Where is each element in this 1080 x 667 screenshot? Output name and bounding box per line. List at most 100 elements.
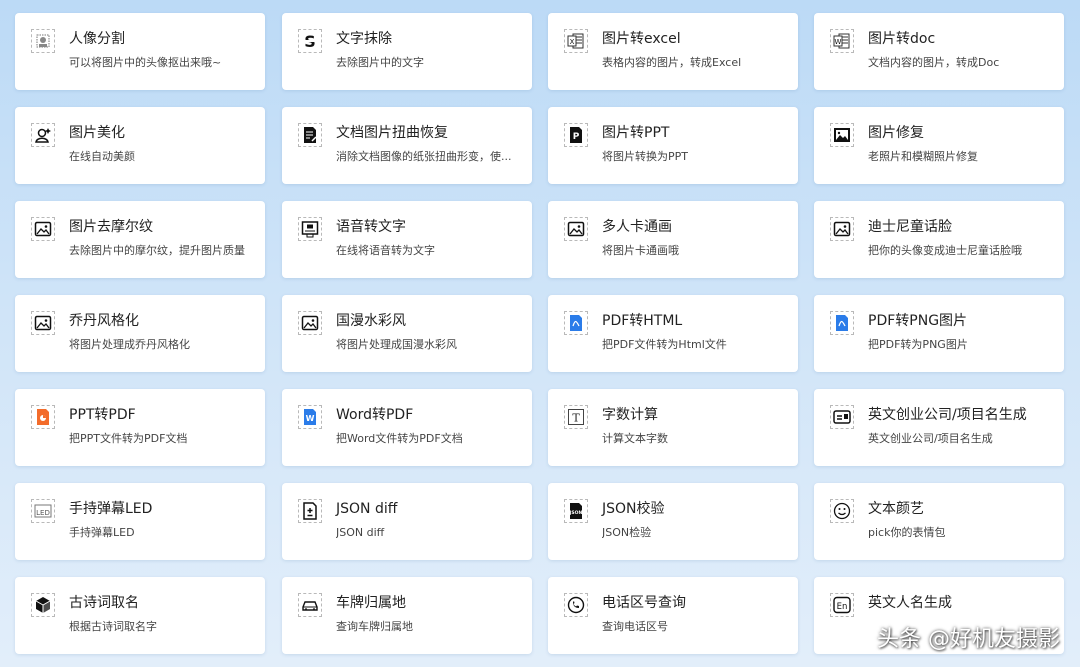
- tool-card[interactable]: W 图片转doc 文档内容的图片，转成Doc: [814, 13, 1064, 90]
- image-icon: [830, 217, 854, 241]
- image-icon: [564, 217, 588, 241]
- tool-title: 迪士尼童话脸: [868, 219, 952, 235]
- tool-description: 英文创业公司/项目名生成: [868, 432, 993, 445]
- tool-card[interactable]: 多人卡通画 将图片卡通画哦: [548, 201, 798, 278]
- tool-description: 根据古诗词取名字: [69, 620, 157, 633]
- tool-card[interactable]: 国漫水彩风 将图片处理成国漫水彩风: [282, 295, 532, 372]
- tool-description: 可以将图片中的头像抠出来哦~: [69, 56, 222, 69]
- tool-card[interactable]: PDF转PNG图片 把PDF转为PNG图片: [814, 295, 1064, 372]
- tool-description: 把你的头像变成迪士尼童话脸哦: [868, 244, 1022, 257]
- tool-description: 将图片转换为PPT: [602, 150, 688, 163]
- tool-card[interactable]: T 字数计算计算文本字数: [548, 389, 798, 466]
- tool-card[interactable]: 文档图片扭曲恢复消除文档图像的纸张扭曲形变，使...: [282, 107, 532, 184]
- tool-card[interactable]: W Word转PDF 把Word文件转为PDF文档: [282, 389, 532, 466]
- ppt-file-icon: [31, 405, 55, 429]
- pdf-file-icon: [564, 311, 588, 335]
- smiley-icon: [830, 499, 854, 523]
- tool-card[interactable]: 英文创业公司/项目名生成 英文创业公司/项目名生成: [814, 389, 1064, 466]
- tool-card[interactable]: 图片去摩尔纹 去除图片中的摩尔纹，提升图片质量: [15, 201, 265, 278]
- tool-description: 查询车牌归属地: [336, 620, 413, 633]
- tool-card[interactable]: JSON JSON校验 JSON检验: [548, 483, 798, 560]
- tool-description: 表格内容的图片，转成Excel: [602, 56, 742, 69]
- car-icon: [298, 593, 322, 617]
- tool-card[interactable]: 古诗词取名根据古诗词取名字: [15, 577, 265, 654]
- tool-description: 将图片卡通画哦: [602, 244, 679, 257]
- tool-title: 图片转PPT: [602, 125, 670, 141]
- word-file-icon: W: [298, 405, 322, 429]
- tool-description: 把PDF转为PNG图片: [868, 338, 968, 351]
- svg-text:JSON: JSON: [569, 510, 583, 516]
- svg-text:P: P: [573, 132, 580, 142]
- tool-title: JSON校验: [602, 501, 665, 517]
- json-diff-icon: [298, 499, 322, 523]
- tool-description: 将图片处理成乔丹风格化: [69, 338, 190, 351]
- tool-title: PDF转HTML: [602, 313, 683, 329]
- pdf-file-icon: [830, 311, 854, 335]
- tool-title: 文字抹除: [336, 31, 392, 47]
- speech-to-text-icon: [298, 217, 322, 241]
- tool-card[interactable]: LED 手持弹幕LED 手持弹幕LED: [15, 483, 265, 560]
- tool-title: 国漫水彩风: [336, 313, 406, 329]
- tool-title: 字数计算: [602, 407, 658, 423]
- tool-description: 计算文本字数: [602, 432, 668, 445]
- svg-text:X: X: [570, 38, 575, 46]
- tool-description: 去除图片中的文字: [336, 56, 424, 69]
- tool-card[interactable]: 语音转文字在线将语音转为文字: [282, 201, 532, 278]
- tool-title: PPT转PDF: [69, 407, 136, 423]
- text-erase-icon: S: [298, 29, 322, 53]
- tool-title: 电话区号查询: [602, 595, 686, 611]
- tool-card[interactable]: 人像分割可以将图片中的头像抠出来哦~: [15, 13, 265, 90]
- tool-card[interactable]: 电话区号查询 查询电话区号: [548, 577, 798, 654]
- tool-description: 查询电话区号: [602, 620, 668, 633]
- tool-description: 文档内容的图片，转成Doc: [868, 56, 1000, 69]
- tool-title: 车牌归属地: [336, 595, 406, 611]
- tool-card[interactable]: P 图片转PPT 将图片转换为PPT: [548, 107, 798, 184]
- cube-icon: [31, 593, 55, 617]
- tool-description: 消除文档图像的纸张扭曲形变，使...: [336, 150, 512, 163]
- tool-card[interactable]: 图片修复 老照片和模糊照片修复: [814, 107, 1064, 184]
- phone-icon: [564, 593, 588, 617]
- image-icon: [298, 311, 322, 335]
- portrait-cutout-icon: [31, 29, 55, 53]
- json-file-icon: JSON: [564, 499, 588, 523]
- tools-grid: 人像分割可以将图片中的头像抠出来哦~ S 文字抹除去除图片中的文字 X 图片转excel…: [0, 0, 1080, 667]
- tool-title: Word转PDF: [336, 407, 414, 423]
- en-icon: En: [830, 593, 854, 617]
- face-beautify-icon: [31, 123, 55, 147]
- tool-card[interactable]: 车牌归属地查询车牌归属地: [282, 577, 532, 654]
- word-doc-icon: W: [830, 29, 854, 53]
- tool-title: 图片转excel: [602, 31, 681, 47]
- svg-text:T: T: [572, 412, 580, 425]
- tool-card[interactable]: PDF转HTML 把PDF文件转为Html文件: [548, 295, 798, 372]
- tool-card[interactable]: 乔丹风格化 将图片处理成乔丹风格化: [15, 295, 265, 372]
- tool-card[interactable]: S 文字抹除去除图片中的文字: [282, 13, 532, 90]
- tool-description: JSON检验: [602, 526, 652, 539]
- tool-title: 英文人名生成: [868, 595, 952, 611]
- svg-text:En: En: [837, 602, 848, 612]
- ppt-icon: P: [564, 123, 588, 147]
- tool-description: pick你的表情包: [868, 526, 946, 539]
- image-icon: [31, 217, 55, 241]
- tool-title: JSON diff: [336, 501, 398, 517]
- tool-title: 语音转文字: [336, 219, 406, 235]
- tool-card[interactable]: JSON diff JSON diff: [282, 483, 532, 560]
- excel-icon: X: [564, 29, 588, 53]
- tool-card[interactable]: X 图片转excel 表格内容的图片，转成Excel: [548, 13, 798, 90]
- tool-title: 文本颜艺: [868, 501, 924, 517]
- tool-description: 在线将语音转为文字: [336, 244, 435, 257]
- tool-title: 文档图片扭曲恢复: [336, 125, 448, 141]
- tool-card[interactable]: PPT转PDF 把PPT文件转为PDF文档: [15, 389, 265, 466]
- image-icon: [31, 311, 55, 335]
- svg-text:W: W: [306, 414, 315, 423]
- tool-title: 图片去摩尔纹: [69, 219, 153, 235]
- tool-card[interactable]: 图片美化 在线自动美颜: [15, 107, 265, 184]
- tool-description: 手持弹幕LED: [69, 526, 135, 539]
- tool-title: 古诗词取名: [69, 595, 139, 611]
- tool-title: 人像分割: [69, 31, 125, 47]
- tool-card[interactable]: 迪士尼童话脸把你的头像变成迪士尼童话脸哦: [814, 201, 1064, 278]
- svg-text:LED: LED: [36, 509, 50, 517]
- tool-title: PDF转PNG图片: [868, 313, 968, 329]
- tool-card[interactable]: 文本颜艺 pick你的表情包: [814, 483, 1064, 560]
- tool-title: 英文创业公司/项目名生成: [868, 407, 1027, 423]
- tool-description: JSON diff: [336, 526, 385, 539]
